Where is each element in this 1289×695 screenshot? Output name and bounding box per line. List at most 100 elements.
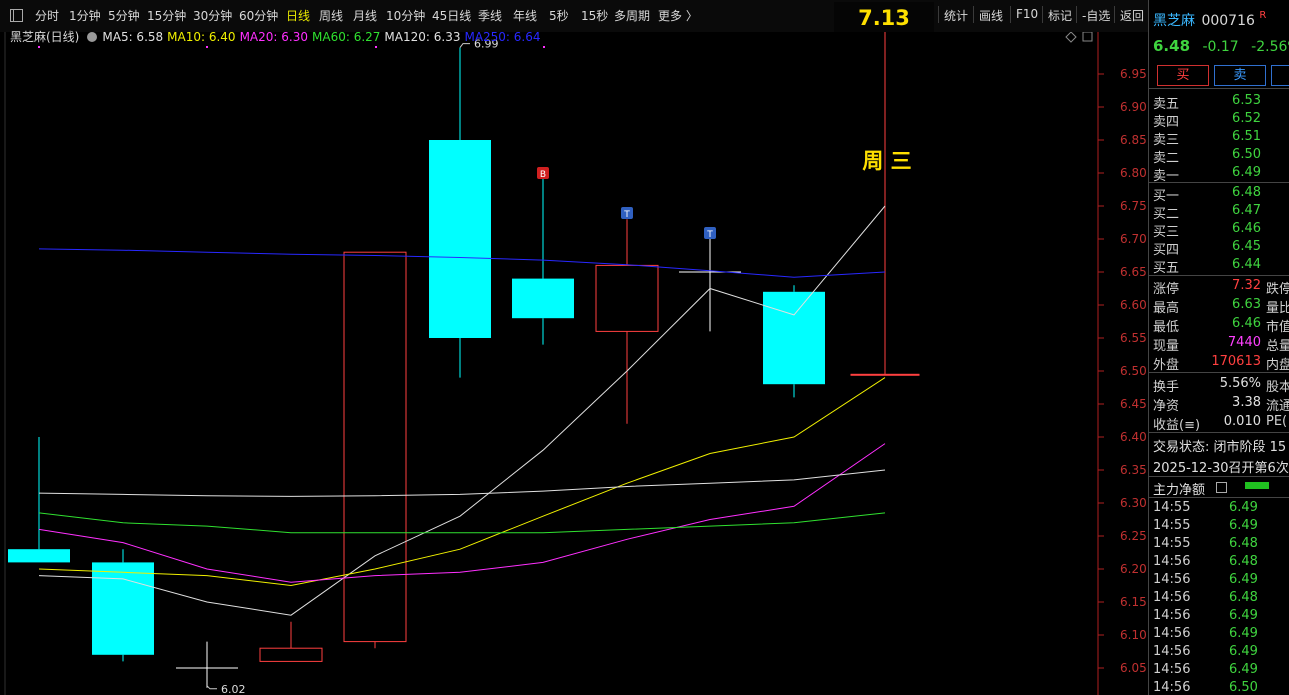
period-tab-4[interactable]: 30分钟 (193, 7, 232, 24)
period-tab-12[interactable]: 年线 (513, 7, 537, 24)
row-value: 6.47 (1232, 203, 1261, 218)
tick-price: 6.49 (1229, 500, 1258, 515)
divider (1149, 432, 1289, 433)
y-tick-label: 6.50 (1120, 364, 1147, 378)
row-value: 170613 (1211, 354, 1261, 369)
toolbar-separator (1042, 6, 1043, 23)
signal-marker-label: T (706, 230, 713, 240)
period-tab-14[interactable]: 15秒 (581, 7, 608, 24)
sell-button[interactable]: 卖 (1214, 65, 1266, 86)
period-tab-15[interactable]: 多周期 (614, 7, 650, 24)
tick-price: 6.50 (1229, 680, 1258, 695)
row-extra-label: 股本 (1266, 380, 1289, 395)
period-tab-3[interactable]: 15分钟 (147, 7, 186, 24)
low-price-label: 6.02 (221, 683, 246, 695)
y-tick-label: 6.85 (1120, 133, 1147, 147)
row-extra-label: 市值 (1266, 320, 1289, 335)
ma-label-3: MA60: 6.27 (312, 30, 381, 44)
toolbar-tool-5[interactable]: 返回 (1120, 7, 1144, 24)
row-label: 涨停 (1153, 282, 1180, 297)
row-value: 6.50 (1232, 147, 1261, 162)
candle-body (763, 291, 825, 385)
divider (1149, 476, 1289, 477)
period-tab-13[interactable]: 5秒 (549, 7, 569, 24)
candle-body (850, 373, 920, 376)
row-label: 最低 (1153, 320, 1180, 335)
candle-body (259, 647, 323, 662)
tick-price: 6.49 (1229, 626, 1258, 641)
y-tick-label: 6.45 (1120, 397, 1147, 411)
sidebar-toggle-icon[interactable] (10, 9, 23, 22)
period-tab-8[interactable]: 月线 (353, 7, 377, 24)
toolbar-tool-3[interactable]: 标记 (1048, 7, 1072, 24)
tick-time: 14:56 (1153, 572, 1191, 587)
row-value: 6.45 (1232, 239, 1261, 254)
ma-label-4: MA120: 6.33 (384, 30, 461, 44)
row-value: 6.51 (1232, 129, 1261, 144)
row-label: 现量 (1153, 339, 1180, 354)
main-flow-label: 主力净额 (1153, 483, 1206, 498)
period-tab-6[interactable]: 日线 (286, 7, 310, 24)
toolbar-tool-1[interactable]: 画线 (979, 7, 1003, 24)
candle-body (429, 140, 491, 338)
y-tick-label: 6.65 (1120, 265, 1147, 279)
period-tab-5[interactable]: 60分钟 (239, 7, 278, 24)
candle-body (512, 278, 574, 319)
divider (1149, 497, 1289, 498)
toolbar-separator (1076, 6, 1077, 23)
row-extra-label: 流通 (1266, 399, 1289, 414)
tick-price: 6.49 (1229, 608, 1258, 623)
y-tick-label: 6.15 (1120, 595, 1147, 609)
row-label: 外盘 (1153, 358, 1180, 373)
period-tab-16[interactable]: 更多 〉 (658, 7, 698, 24)
tick-price: 6.49 (1229, 572, 1258, 587)
tick-time: 14:56 (1153, 662, 1191, 677)
toolbar-tool-0[interactable]: 统计 (944, 7, 968, 24)
price-popup: 7.13 (834, 2, 934, 32)
list-icon[interactable] (1216, 482, 1227, 493)
toolbar-separator (938, 6, 939, 23)
period-tab-9[interactable]: 10分钟 (386, 7, 425, 24)
ma-line-ma60 (38, 512, 886, 534)
row-value: 0.010 (1223, 414, 1261, 429)
candle-body (92, 562, 154, 655)
popup-price: 7.13 (858, 6, 910, 30)
tick-time: 14:56 (1153, 680, 1191, 695)
toolbar-separator (1114, 6, 1115, 23)
period-tab-11[interactable]: 季线 (478, 7, 502, 24)
y-tick-label: 6.20 (1120, 562, 1147, 576)
settings-circle-icon[interactable] (87, 32, 98, 42)
row-value: 6.48 (1232, 185, 1261, 200)
more-button[interactable] (1271, 65, 1289, 86)
quote-panel: 黑芝麻 000716 R 6.48 -0.17 -2.56% 买 卖 卖五6.5… (1148, 0, 1289, 695)
row-extra-label: 跌停 (1266, 282, 1289, 297)
period-tab-10[interactable]: 45日线 (432, 7, 471, 24)
stat-row: 换手 5.56% 股本 (1149, 375, 1289, 395)
ma-label-2: MA20: 6.30 (239, 30, 308, 44)
toolbar-tool-2[interactable]: F10 (1016, 7, 1038, 21)
row-value: 3.38 (1232, 395, 1261, 410)
period-tab-7[interactable]: 周线 (319, 7, 343, 24)
divider (1149, 275, 1289, 276)
ma-dot (375, 46, 377, 48)
kline-canvas[interactable]: 6.95 6.90 6.85 6.80 6.75 6.70 6.65 6.60 6.55 6.50… (0, 32, 1148, 695)
tick-time: 14:55 (1153, 500, 1191, 515)
last-price: 6.48 (1153, 37, 1191, 55)
y-tick-label: 6.55 (1120, 331, 1147, 345)
y-tick-label: 6.05 (1120, 661, 1147, 675)
period-tab-1[interactable]: 1分钟 (69, 7, 101, 24)
tick-price: 6.48 (1229, 590, 1258, 605)
period-tab-0[interactable]: 分时 (35, 7, 59, 24)
row-value: 6.63 (1232, 297, 1261, 312)
buy-button[interactable]: 买 (1157, 65, 1209, 86)
kline-chart[interactable]: 6.95 6.90 6.85 6.80 6.75 6.70 6.65 6.60 6.55 6.50… (0, 30, 1148, 695)
bid-row: 买四 6.45 (1149, 238, 1289, 258)
row-value: 6.46 (1232, 221, 1261, 236)
toolbar-tool-4[interactable]: -自选 (1082, 7, 1110, 24)
row-label: 换手 (1153, 380, 1180, 395)
period-tab-2[interactable]: 5分钟 (108, 7, 140, 24)
row-label: 净资 (1153, 399, 1180, 414)
row-value: 6.52 (1232, 111, 1261, 126)
tick-time: 14:55 (1153, 518, 1191, 533)
row-extra-label: PE( (1266, 414, 1288, 429)
